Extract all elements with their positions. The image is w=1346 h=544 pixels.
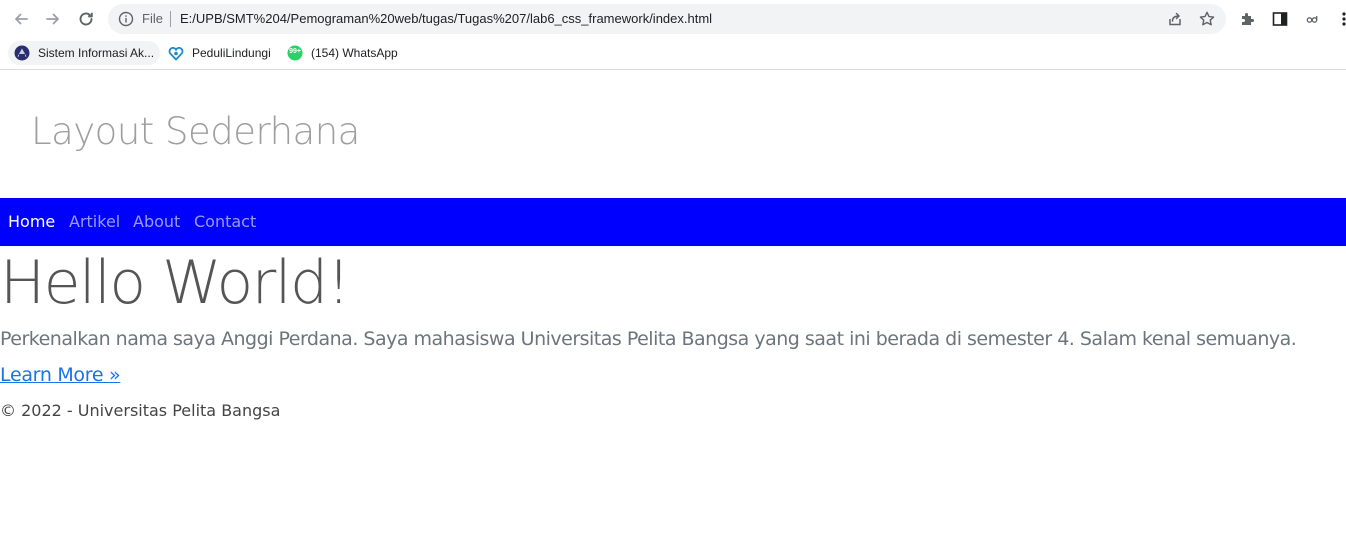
hero-heading: Hello World! <box>0 248 351 318</box>
bookmark-label: Sistem Informasi Ak... <box>38 46 155 60</box>
profile-icon[interactable] <box>1302 9 1322 29</box>
bookmark-star-icon[interactable] <box>1198 10 1216 28</box>
back-arrow-icon[interactable] <box>11 9 31 29</box>
extensions-puzzle-icon[interactable] <box>1238 9 1258 29</box>
site-info-icon[interactable] <box>118 11 134 27</box>
bookmarks-bar: Sistem Informasi Ak... PeduliLindungi 99… <box>0 38 1346 70</box>
side-panel-icon[interactable] <box>1270 9 1290 29</box>
url-text[interactable]: E:/UPB/SMT%204/Pemograman%20web/tugas/Tu… <box>180 11 712 26</box>
bookmark-whatsapp[interactable]: 99+ (154) WhatsApp <box>281 41 404 65</box>
omnibox-divider <box>170 11 171 27</box>
reload-icon[interactable] <box>76 9 96 29</box>
more-menu-icon[interactable] <box>1334 9 1346 29</box>
page-viewport: Layout Sederhana Home Artikel About Cont… <box>0 70 1346 544</box>
university-logo-icon <box>14 45 30 61</box>
footer-copyright: © 2022 - Universitas Pelita Bangsa <box>0 401 281 420</box>
nav-item-home[interactable]: Home <box>8 212 55 231</box>
pedulilindungi-icon <box>168 45 184 61</box>
scheme-label: File <box>142 11 163 26</box>
whatsapp-icon: 99+ <box>287 45 303 61</box>
share-icon[interactable] <box>1166 10 1184 28</box>
whatsapp-badge: 99+ <box>289 48 301 55</box>
bookmark-sistem-informasi[interactable]: Sistem Informasi Ak... <box>8 41 161 65</box>
browser-toolbar: File E:/UPB/SMT%204/Pemograman%20web/tug… <box>0 0 1346 38</box>
nav-item-contact[interactable]: Contact <box>194 212 256 231</box>
nav-item-about[interactable]: About <box>133 212 180 231</box>
bookmark-pedulilindungi[interactable]: PeduliLindungi <box>162 41 277 65</box>
hero-paragraph: Perkenalkan nama saya Anggi Perdana. Say… <box>0 328 1297 350</box>
bookmark-label: PeduliLindungi <box>192 46 271 60</box>
learn-more-link[interactable]: Learn More » <box>0 364 121 386</box>
address-bar[interactable]: File E:/UPB/SMT%204/Pemograman%20web/tug… <box>108 4 1226 34</box>
main-navbar: Home Artikel About Contact <box>0 198 1346 246</box>
nav-item-artikel[interactable]: Artikel <box>69 212 120 231</box>
site-title: Layout Sederhana <box>31 110 360 153</box>
forward-arrow-icon[interactable] <box>43 9 63 29</box>
bookmark-label: (154) WhatsApp <box>311 46 398 60</box>
